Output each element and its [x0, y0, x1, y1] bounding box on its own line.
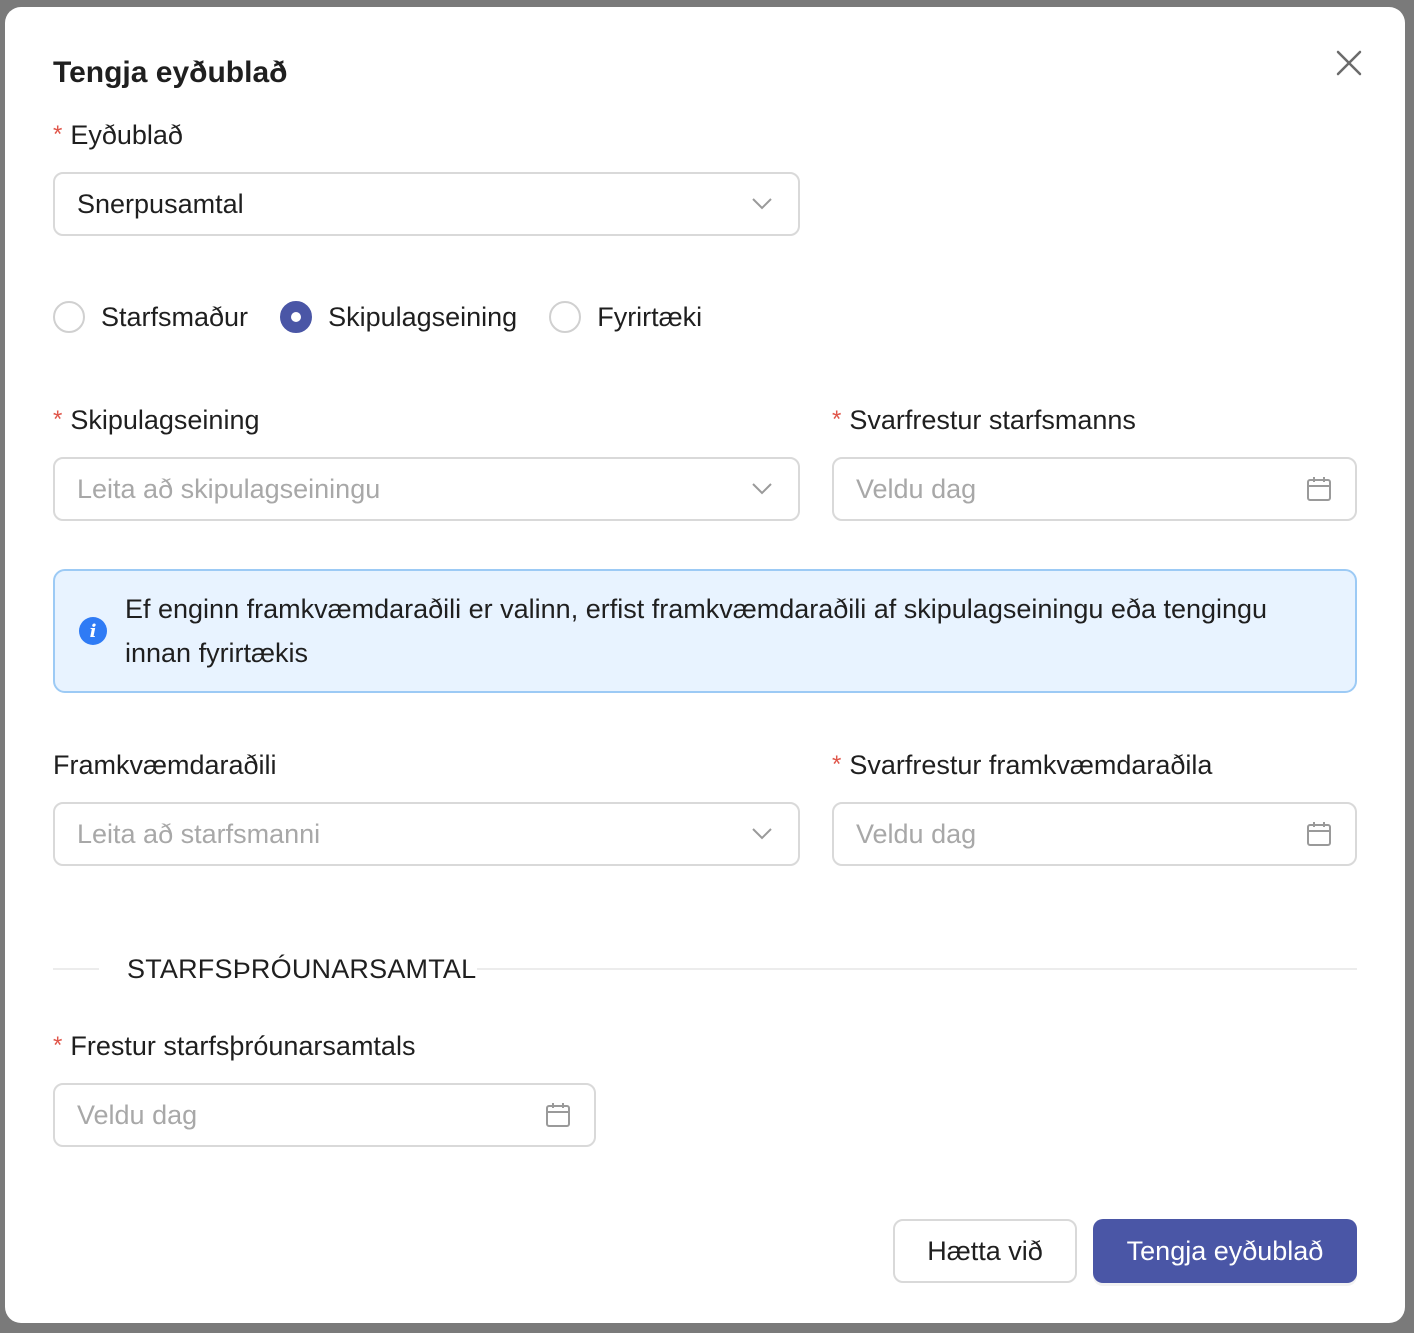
dialog-title: Tengja eyðublað [53, 56, 288, 89]
section-divider-right [477, 968, 1357, 970]
development-deadline-datepicker[interactable]: Veldu dag [53, 1083, 596, 1147]
info-alert: i Ef enginn framkvæmdaraðili er valinn, … [53, 569, 1357, 693]
form-select-label: * Eyðublað [53, 120, 183, 150]
executor-deadline-label: * Svarfrestur framkvæmdaraðila [832, 750, 1213, 780]
executor-placeholder: Leita að starfsmanni [77, 818, 321, 849]
info-alert-text: Ef enginn framkvæmdaraðili er valinn, er… [125, 594, 1268, 668]
calendar-icon [544, 1101, 572, 1129]
required-marker: * [832, 406, 842, 433]
assignment-type-radio-group: Starfsmaður Skipulagseining Fyrirtæki [53, 297, 734, 337]
org-unit-label: * Skipulagseining [53, 405, 260, 435]
close-icon [1336, 50, 1362, 76]
radio-company[interactable]: Fyrirtæki [549, 301, 702, 333]
chevron-down-icon [748, 190, 776, 218]
radio-org-unit[interactable]: Skipulagseining [280, 301, 517, 333]
executor-label: Framkvæmdaraðili [53, 750, 277, 780]
required-marker: * [832, 751, 842, 778]
cancel-button[interactable]: Hætta við [893, 1219, 1077, 1283]
chevron-down-icon [748, 475, 776, 503]
required-marker: * [53, 406, 63, 433]
radio-employee[interactable]: Starfsmaður [53, 301, 248, 333]
section-title: STARFSÞRÓUNARSAMTAL [127, 954, 477, 984]
radio-org-unit-circle[interactable] [280, 301, 313, 333]
calendar-icon [1305, 475, 1333, 503]
executor-deadline-datepicker[interactable]: Veldu dag [832, 802, 1357, 866]
executor-select[interactable]: Leita að starfsmanni [53, 802, 800, 866]
radio-employee-label: Starfsmaður [101, 301, 249, 332]
radio-company-circle[interactable] [549, 301, 582, 333]
radio-company-label: Fyrirtæki [597, 301, 703, 332]
employee-deadline-label: * Svarfrestur starfsmanns [832, 405, 1136, 435]
form-select-value: Snerpusamtal [77, 188, 244, 219]
chevron-down-icon [748, 820, 776, 848]
development-deadline-label: * Frestur starfsþróunarsamtals [53, 1031, 416, 1061]
close-button[interactable] [1331, 45, 1367, 81]
link-form-button[interactable]: Tengja eyðublað [1093, 1219, 1357, 1283]
employee-deadline-placeholder: Veldu dag [856, 473, 977, 504]
required-marker: * [53, 1032, 63, 1059]
radio-org-unit-label: Skipulagseining [328, 301, 518, 332]
development-deadline-placeholder: Veldu dag [77, 1099, 198, 1130]
section-divider-left [53, 968, 99, 970]
org-unit-placeholder: Leita að skipulagseiningu [77, 473, 381, 504]
calendar-icon [1305, 820, 1333, 848]
employee-deadline-datepicker[interactable]: Veldu dag [832, 457, 1357, 521]
required-marker: * [53, 121, 63, 148]
form-select[interactable]: Snerpusamtal [53, 172, 800, 236]
info-icon: i [79, 617, 107, 645]
link-form-dialog: Tengja eyðublað * Eyðublað Snerpusamtal S… [5, 7, 1405, 1323]
radio-employee-circle[interactable] [53, 301, 85, 333]
executor-deadline-placeholder: Veldu dag [856, 818, 977, 849]
org-unit-select[interactable]: Leita að skipulagseiningu [53, 457, 800, 521]
